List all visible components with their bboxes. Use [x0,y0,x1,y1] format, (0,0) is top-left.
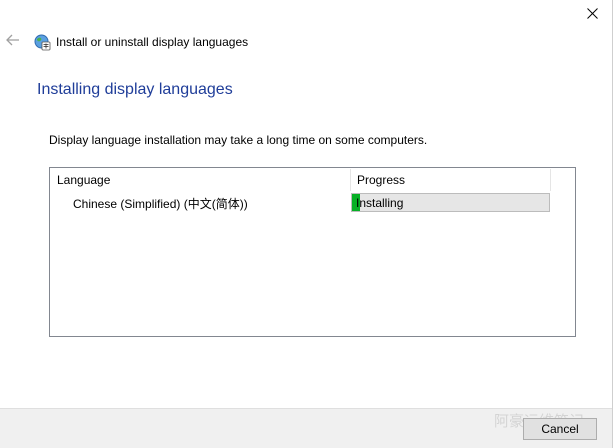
language-name: Chinese (Simplified) (中文(简体)) [73,196,248,211]
installation-notice: Display language installation may take a… [49,133,428,147]
window-title: Install or uninstall display languages [56,35,249,49]
page-heading: Installing display languages [37,81,233,98]
title-bar: Install or uninstall display languages [34,33,248,51]
back-arrow-icon [6,33,20,51]
back-button[interactable] [4,33,22,51]
language-install-window: Install or uninstall display languages I… [0,0,613,448]
column-divider[interactable] [550,169,551,191]
dialog-footer: 阿豪运维笔记 Cancel [0,408,612,448]
close-button[interactable] [572,0,612,26]
language-list: Language Progress Chinese (Simplified) (… [49,167,576,337]
install-progress-bar: Installing [351,193,550,212]
language-globe-icon [34,34,51,51]
progress-status: Installing [356,195,404,210]
column-header-progress[interactable]: Progress [350,168,550,192]
close-icon [586,7,598,19]
column-header-language[interactable]: Language [50,168,350,192]
cancel-button[interactable]: Cancel [523,418,597,440]
